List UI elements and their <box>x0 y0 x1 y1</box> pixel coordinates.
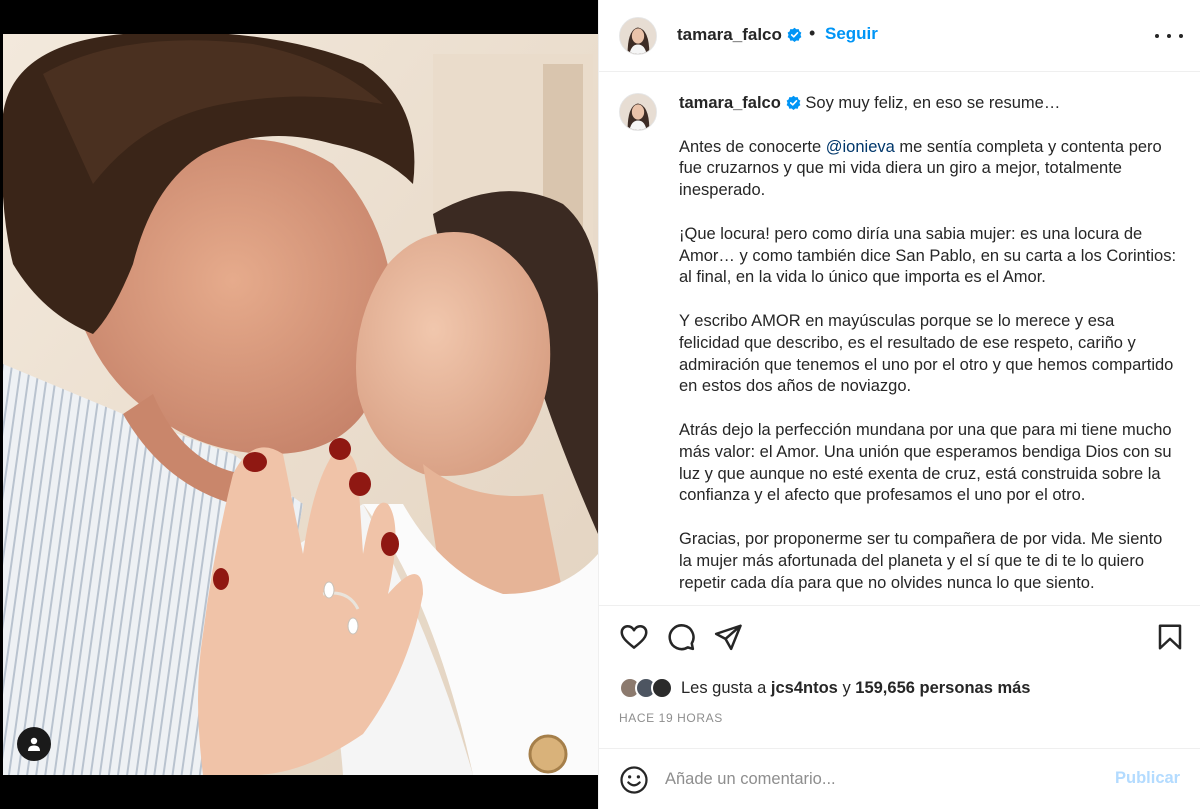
liker-avatars[interactable] <box>619 677 673 699</box>
likes-count-link[interactable]: 159,656 personas más <box>855 679 1030 697</box>
caption-paragraph-2: ¡Que locura! pero como diría una sabia m… <box>679 224 1177 287</box>
caption-username[interactable]: tamara_falco <box>679 94 781 112</box>
post-photo-illustration <box>3 34 598 775</box>
caption-scroll-area[interactable]: tamara_falco Soy muy feliz, en eso se re… <box>599 73 1200 605</box>
person-icon <box>28 737 40 751</box>
more-options-icon[interactable] <box>1155 25 1183 47</box>
follow-button[interactable]: Seguir <box>825 24 878 44</box>
header-separator: • <box>809 23 816 43</box>
likes-middle: y <box>837 678 856 697</box>
post-actions: Les gusta a jcs4ntos y 159,656 personas … <box>599 605 1200 760</box>
dot <box>1155 34 1159 38</box>
caption-paragraph-3: Y escribo AMOR en mayúsculas porque se l… <box>679 311 1174 396</box>
paper-plane-icon[interactable] <box>713 622 743 652</box>
publish-button[interactable]: Publicar <box>1115 769 1180 788</box>
liker-username[interactable]: jcs4ntos <box>771 679 838 697</box>
avatar-image <box>620 18 656 54</box>
comment-bar: Publicar <box>599 748 1200 809</box>
smiley-icon[interactable] <box>619 765 649 795</box>
post-image-panel <box>0 0 598 809</box>
bookmark-icon[interactable] <box>1155 622 1185 652</box>
likes-row: Les gusta a jcs4ntos y 159,656 personas … <box>619 676 1030 700</box>
avatar-image <box>620 94 656 130</box>
caption-p1-before: Antes de conocerte <box>679 137 826 156</box>
caption-paragraph-1: Antes de conocerte @ionieva me sentía co… <box>679 137 1179 202</box>
verified-badge-icon <box>786 95 801 110</box>
caption-text: tamara_falco Soy muy feliz, en eso se re… <box>679 93 1179 605</box>
post-header: tamara_falco • Seguir <box>599 0 1200 72</box>
post-timestamp[interactable]: HACE 19 HORAS <box>619 711 723 725</box>
post-details-panel: tamara_falco • Seguir tamara_falco Soy m… <box>598 0 1200 809</box>
caption-headline: Soy muy feliz, en eso se resume… <box>805 94 1061 112</box>
comment-bubble-icon[interactable] <box>666 622 696 652</box>
heart-icon[interactable] <box>619 622 649 652</box>
likes-prefix: Les gusta a <box>681 678 771 697</box>
author-username-header[interactable]: tamara_falco <box>677 25 802 45</box>
liker-avatar <box>651 677 673 699</box>
dot <box>1179 34 1183 38</box>
author-avatar[interactable] <box>619 17 657 55</box>
post-photo[interactable] <box>3 34 598 775</box>
mention-link[interactable]: @ionieva <box>826 138 895 156</box>
caption-first-line: tamara_falco Soy muy feliz, en eso se re… <box>679 93 1179 115</box>
author-username[interactable]: tamara_falco <box>677 25 782 44</box>
caption-paragraph-4: Atrás dejo la perfección mundana por una… <box>679 420 1172 505</box>
comment-input[interactable] <box>665 764 1085 794</box>
dot <box>1167 34 1171 38</box>
likes-text: Les gusta a jcs4ntos y 159,656 personas … <box>681 679 1030 698</box>
tagged-users-button[interactable] <box>17 727 51 761</box>
caption-paragraph-5: Gracias, por proponerme ser tu compañera… <box>679 529 1163 592</box>
verified-badge-icon <box>787 27 802 42</box>
caption-author-avatar[interactable] <box>619 93 657 131</box>
